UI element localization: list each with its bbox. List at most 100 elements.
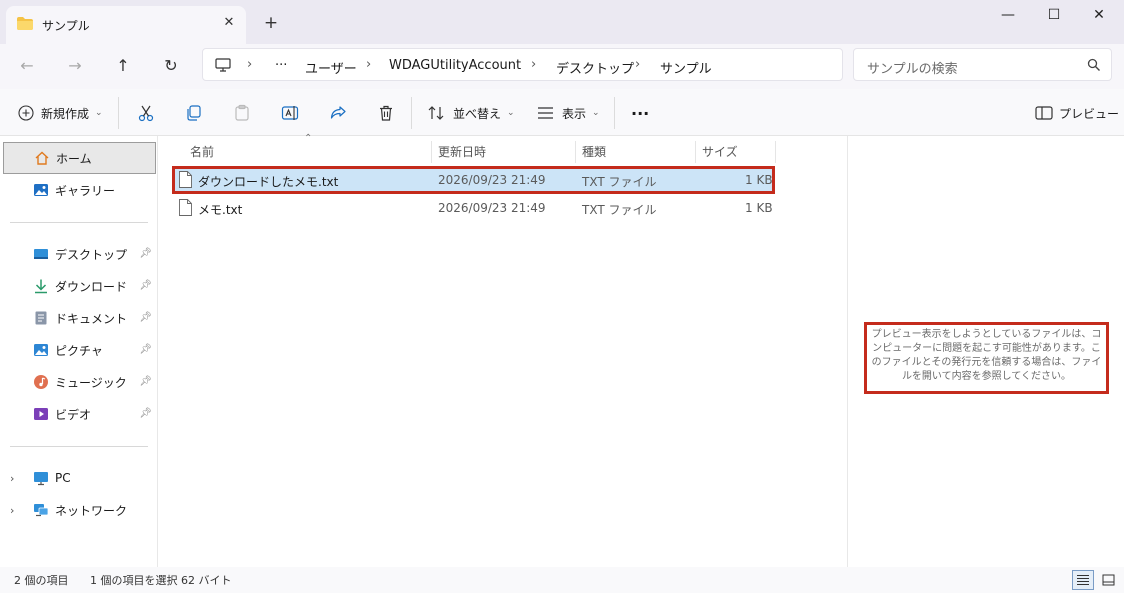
- maximize-button[interactable]: ☐: [1031, 4, 1077, 28]
- status-bar: 2 個の項目 1 個の項目を選択 62 バイト: [0, 567, 1124, 593]
- plus-circle-icon: [18, 105, 34, 121]
- paste-icon[interactable]: [233, 104, 251, 122]
- video-icon: [34, 408, 48, 420]
- divider: [614, 97, 615, 129]
- document-icon: [35, 311, 47, 325]
- pin-icon[interactable]: 📌︎: [139, 408, 152, 419]
- file-name: ダウンロードしたメモ.txt: [198, 175, 339, 189]
- breadcrumb-account[interactable]: WDAGUtilityAccount: [389, 58, 521, 73]
- pictures-icon: [34, 344, 48, 356]
- tiles-view-icon: [1102, 574, 1114, 586]
- view-button-label: 表示: [562, 106, 587, 121]
- sidebar-item-label: ミュージック: [55, 375, 127, 390]
- tab-sample[interactable]: サンプル ✕: [6, 6, 246, 44]
- column-header-type[interactable]: 種類: [576, 141, 696, 163]
- breadcrumb-sample[interactable]: サンプル: [660, 58, 712, 77]
- preview-pane-button[interactable]: プレビュー: [1035, 101, 1119, 125]
- file-type: TXT ファイル: [582, 203, 657, 217]
- chevron-down-icon: ⌄: [507, 108, 515, 118]
- sidebar-item-label: ネットワーク: [55, 503, 128, 518]
- pin-icon[interactable]: 📌︎: [139, 248, 152, 259]
- column-header-date[interactable]: 更新日時: [432, 141, 576, 163]
- sidebar-item-network[interactable]: ネットワーク: [3, 494, 156, 526]
- sidebar-item-label: ホーム: [56, 151, 92, 166]
- preview-warning-message: プレビュー表示をしようとしているファイルは、コンピューターに問題を起こす可能性が…: [864, 322, 1109, 394]
- forward-button[interactable]: →: [63, 54, 87, 78]
- pin-icon[interactable]: 📌︎: [139, 376, 152, 387]
- tiles-view-button[interactable]: [1097, 570, 1119, 590]
- sidebar-item-home[interactable]: ホーム: [3, 142, 156, 174]
- rename-icon[interactable]: [281, 104, 299, 122]
- download-icon: [35, 279, 47, 294]
- preview-pane: プレビュー表示をしようとしているファイルは、コンピューターに問題を起こす可能性が…: [847, 136, 1124, 567]
- sidebar-item-pictures[interactable]: ピクチャ 📌︎: [3, 334, 156, 366]
- text-file-icon: [179, 199, 192, 216]
- new-button[interactable]: 新規作成 ⌄: [18, 101, 103, 125]
- sidebar-item-label: デスクトップ: [55, 247, 128, 262]
- sidebar-item-label: ギャラリー: [55, 183, 116, 198]
- sidebar-item-music[interactable]: ミュージック 📌︎: [3, 366, 156, 398]
- cut-icon[interactable]: [137, 104, 155, 122]
- delete-icon[interactable]: [377, 104, 395, 122]
- divider: [118, 97, 119, 129]
- chevron-down-icon: ⌄: [592, 108, 600, 118]
- close-window-button[interactable]: ✕: [1076, 4, 1122, 28]
- sort-icon: [428, 106, 444, 120]
- search-placeholder: サンプルの検索: [867, 62, 958, 77]
- pin-icon[interactable]: 📌︎: [139, 312, 152, 323]
- copy-icon[interactable]: [185, 104, 203, 122]
- music-icon: [34, 375, 48, 389]
- column-header-name[interactable]: 名前: [184, 141, 432, 163]
- table-row[interactable]: メモ.txt 2026/09/23 21:49 TXT ファイル 1 KB: [174, 196, 773, 220]
- pin-icon[interactable]: 📌︎: [139, 280, 152, 291]
- sidebar-item-pc[interactable]: PC: [3, 462, 156, 494]
- view-button[interactable]: 表示 ⌄: [537, 101, 600, 125]
- chevron-right-icon: ›: [247, 57, 253, 72]
- desktop-icon: [34, 249, 48, 259]
- file-list: ⌃ 名前 更新日時 種類 サイズ ダウンロードしたメモ.txt 2026/09/…: [158, 133, 847, 567]
- sidebar-item-downloads[interactable]: ダウンロード 📌︎: [3, 270, 156, 302]
- new-tab-button[interactable]: +: [262, 14, 280, 32]
- sidebar-item-documents[interactable]: ドキュメント 📌︎: [3, 302, 156, 334]
- breadcrumb-desktop[interactable]: デスクトップ: [556, 58, 634, 77]
- back-button[interactable]: ←: [15, 54, 39, 78]
- minimize-button[interactable]: —: [985, 4, 1031, 28]
- sidebar-item-gallery[interactable]: ギャラリー: [3, 174, 156, 206]
- details-view-button[interactable]: [1072, 570, 1094, 590]
- breadcrumb-more[interactable]: ···: [275, 58, 287, 73]
- table-row[interactable]: ダウンロードしたメモ.txt 2026/09/23 21:49 TXT ファイル…: [172, 166, 775, 194]
- divider: [10, 222, 148, 223]
- pc-icon: [34, 472, 48, 486]
- column-header-size[interactable]: サイズ: [696, 141, 776, 163]
- file-size: 1 KB: [745, 173, 773, 187]
- chevron-right-icon: ›: [531, 57, 537, 72]
- up-button[interactable]: ↑: [111, 54, 135, 78]
- search-box[interactable]: サンプルの検索: [853, 48, 1112, 81]
- refresh-button[interactable]: ↻: [159, 54, 183, 78]
- sidebar-item-label: ダウンロード: [55, 279, 128, 294]
- search-icon: [1087, 58, 1100, 71]
- sort-button-label: 並べ替え: [453, 106, 502, 121]
- address-bar[interactable]: › ··· ユーザー › WDAGUtilityAccount › デスクトップ…: [202, 48, 843, 81]
- file-type: TXT ファイル: [582, 175, 657, 189]
- new-button-label: 新規作成: [41, 106, 90, 121]
- sidebar-item-desktop[interactable]: デスクトップ 📌︎: [3, 238, 156, 270]
- sort-button[interactable]: 並べ替え ⌄: [428, 101, 515, 125]
- preview-pane-label: プレビュー: [1059, 106, 1120, 121]
- sidebar-item-videos[interactable]: ビデオ 📌︎: [3, 398, 156, 430]
- computer-icon: [215, 58, 231, 72]
- pin-icon[interactable]: 📌︎: [139, 344, 152, 355]
- file-name: メモ.txt: [198, 203, 243, 217]
- breadcrumb-users[interactable]: ユーザー: [305, 58, 357, 77]
- network-icon: [34, 504, 49, 517]
- chevron-right-icon: ›: [635, 57, 641, 72]
- more-options-button[interactable]: ···: [631, 101, 649, 125]
- navigation-bar: ← → ↑ ↻ › ··· ユーザー › WDAGUtilityAccount …: [0, 44, 1124, 89]
- title-bar: サンプル ✕ + — ☐ ✕: [0, 0, 1124, 44]
- home-icon: [35, 151, 49, 165]
- sidebar-item-label: ビデオ: [55, 407, 92, 422]
- sidebar-item-label: ピクチャ: [55, 343, 103, 358]
- command-bar: 新規作成 ⌄ 並べ替え ⌄ 表示 ⌄ ··· プレビュー: [0, 89, 1124, 136]
- tab-close-icon[interactable]: ✕: [220, 14, 238, 32]
- share-icon[interactable]: [329, 104, 347, 122]
